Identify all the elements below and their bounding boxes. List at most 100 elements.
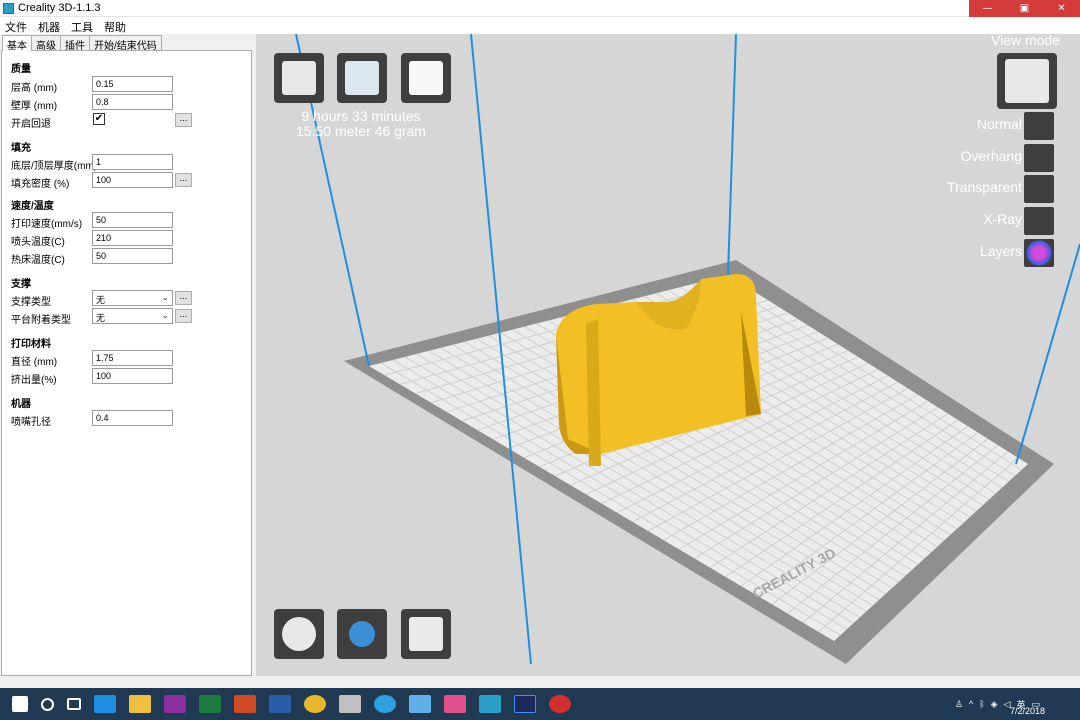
windows-start-icon[interactable] — [12, 696, 28, 712]
app-icon[interactable] — [339, 695, 361, 713]
settings-panel: 质量 层高 (mm) 0.15 壁厚 (mm) 0.8 开启回退 ✔ ... 填… — [1, 50, 252, 676]
chrome-icon[interactable] — [304, 695, 326, 713]
diameter-label: 直径 (mm) — [11, 357, 58, 368]
excel-icon[interactable] — [199, 695, 221, 713]
task-view-icon[interactable] — [67, 698, 81, 710]
rotate-button[interactable] — [274, 609, 324, 659]
settings-tabs: 基本 高级 插件 开始/结束代码 — [0, 35, 256, 52]
close-button[interactable]: ✕ — [1043, 0, 1080, 17]
menu-machine[interactable]: 机器 — [33, 17, 66, 34]
netease-music-icon[interactable] — [549, 695, 571, 713]
view-xray-button[interactable] — [1024, 207, 1054, 235]
tab-start-end-gcode[interactable]: 开始/结束代码 — [89, 35, 162, 52]
support-type-select[interactable]: 无 ⌄ — [92, 290, 173, 306]
webcam-icon — [1005, 59, 1049, 103]
mirror-button[interactable] — [401, 609, 451, 659]
view-mode-button[interactable] — [997, 53, 1057, 109]
print-material: 15.50 meter 46 gram — [296, 123, 426, 139]
view-xray-label[interactable]: X-Ray — [983, 211, 1022, 227]
build-volume-edge — [1015, 243, 1080, 465]
retraction-more-button[interactable]: ... — [175, 113, 192, 127]
minimize-button[interactable]: — — [969, 0, 1006, 17]
tab-basic[interactable]: 基本 — [2, 35, 32, 52]
chevron-down-icon: ⌄ — [161, 292, 169, 302]
file-explorer-icon[interactable] — [129, 695, 151, 713]
bottom-top-label: 底层/顶层厚度(mm) — [11, 161, 98, 172]
build-volume-edge — [727, 34, 737, 276]
powerpoint-icon[interactable] — [234, 695, 256, 713]
chevron-up-icon[interactable]: ^ — [969, 699, 973, 709]
fill-density-label: 填充密度 (%) — [11, 179, 70, 190]
retraction-checkbox[interactable]: ✔ — [93, 113, 105, 125]
flow-input[interactable]: 100 — [92, 368, 173, 384]
view-layers-label[interactable]: Layers — [980, 243, 1022, 259]
title-bar: Creality 3D-1.1.3 — ▣ ✕ — [0, 0, 1080, 17]
view-overhang-button[interactable] — [1024, 144, 1054, 172]
chevron-down-icon: ⌄ — [161, 310, 169, 320]
menu-help[interactable]: 帮助 — [99, 17, 132, 34]
menu-file[interactable]: 文件 — [0, 17, 33, 34]
edge-icon[interactable] — [94, 695, 116, 713]
fill-more-button[interactable]: ... — [175, 173, 192, 187]
scale-button[interactable] — [337, 609, 387, 659]
nozzle-size-input[interactable]: 0.4 — [92, 410, 173, 426]
bilibili-icon[interactable] — [444, 695, 466, 713]
print-time: 9 hours 33 minutes — [301, 108, 421, 124]
bluetooth-icon[interactable]: ᛒ — [979, 699, 984, 709]
wall-thickness-input[interactable]: 0.8 — [92, 94, 173, 110]
magnifier-icon — [349, 621, 375, 647]
tab-advanced[interactable]: 高级 — [31, 35, 61, 52]
adhesion-select[interactable]: 无 ⌄ — [92, 308, 173, 324]
view-transparent-button[interactable] — [1024, 175, 1054, 203]
view-normal-button[interactable] — [1024, 112, 1054, 140]
save-gcode-button[interactable] — [337, 53, 387, 103]
menu-tools[interactable]: 工具 — [66, 17, 99, 34]
photoshop-icon[interactable] — [514, 695, 536, 713]
creality-logo-icon — [409, 61, 443, 95]
bed-temp-input[interactable]: 50 — [92, 248, 173, 264]
view-overhang-label[interactable]: Overhang — [961, 148, 1022, 164]
wall-thickness-label: 壁厚 (mm) — [11, 101, 58, 112]
maximize-button[interactable]: ▣ — [1006, 0, 1043, 17]
support-more-button[interactable]: ... — [175, 291, 192, 305]
view-transparent-label[interactable]: Transparent — [947, 179, 1022, 195]
app-icon[interactable] — [409, 695, 431, 713]
print-speed-label: 打印速度(mm/s) — [11, 219, 83, 230]
layer-height-input[interactable]: 0.15 — [92, 76, 173, 92]
rotate-icon — [282, 617, 316, 651]
bottom-top-input[interactable]: 1 — [92, 154, 173, 170]
word-icon[interactable] — [269, 695, 291, 713]
view-layers-button[interactable] — [1024, 239, 1054, 267]
section-quality: 质量 — [11, 64, 31, 75]
diameter-input[interactable]: 1.75 — [92, 350, 173, 366]
section-fill: 填充 — [11, 143, 31, 154]
nozzle-temp-input[interactable]: 210 — [92, 230, 173, 246]
nozzle-temp-label: 喷头温度(C) — [11, 237, 65, 248]
layer-height-label: 层高 (mm) — [11, 83, 58, 94]
support-type-value: 无 — [96, 295, 106, 305]
view-mode-title: View mode — [990, 34, 1060, 48]
people-icon[interactable]: ♙ — [955, 699, 963, 710]
view-normal-label[interactable]: Normal — [977, 116, 1022, 132]
3d-viewport[interactable]: CREALITY 3D 9 hours 33 minutes 15.50 met… — [256, 34, 1080, 676]
taskbar: ♙ ^ ᛒ ◈ ◁ 英 ▭ 7/2/2018 — [0, 688, 1080, 720]
section-machine: 机器 — [11, 399, 31, 410]
save-icon — [345, 61, 379, 95]
adhesion-more-button[interactable]: ... — [175, 309, 192, 323]
search-icon[interactable] — [41, 697, 54, 711]
tab-plugins[interactable]: 插件 — [60, 35, 90, 52]
support-type-label: 支撑类型 — [11, 297, 51, 308]
fill-density-input[interactable]: 100 — [92, 172, 173, 188]
print-speed-input[interactable]: 50 — [92, 212, 173, 228]
onenote-icon[interactable] — [164, 695, 186, 713]
adhesion-value: 无 — [96, 313, 106, 323]
nozzle-size-label: 喷嘴孔径 — [11, 417, 51, 428]
flow-label: 挤出量(%) — [11, 375, 57, 386]
creality-button[interactable] — [401, 53, 451, 103]
menu-bar: 文件 机器 工具 帮助 — [0, 17, 1080, 34]
network-icon[interactable]: ◈ — [991, 699, 998, 710]
creality-taskbar-icon[interactable] — [479, 695, 501, 713]
app-icon[interactable] — [374, 695, 396, 713]
load-model-button[interactable] — [274, 53, 324, 103]
section-speed-temp: 速度/温度 — [11, 201, 54, 212]
